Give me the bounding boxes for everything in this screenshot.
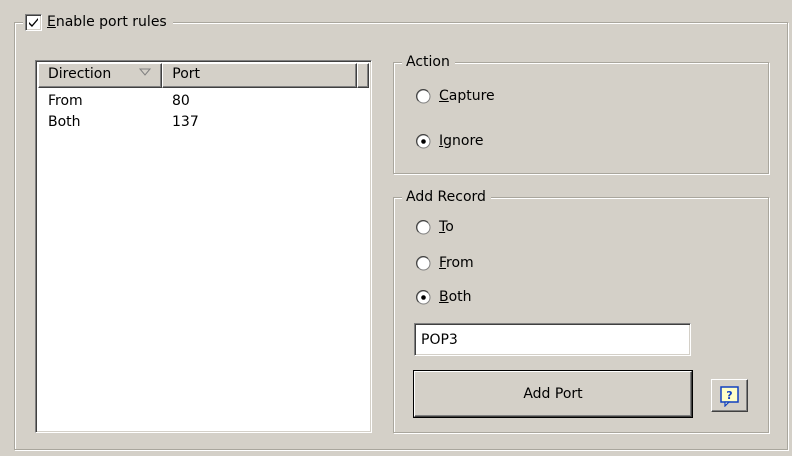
column-header-filler [357,63,369,88]
from-label: From [439,255,474,271]
to-label: To [439,219,454,235]
to-radio[interactable]: To [416,219,454,235]
help-icon: ? [719,385,739,407]
radio-selected-icon[interactable] [416,289,431,305]
port-cell: 137 [172,114,199,130]
column-header-port[interactable]: Port [162,63,358,88]
column-header-direction[interactable]: Direction [38,63,163,88]
radio-unselected-icon[interactable] [416,88,431,104]
radio-unselected-icon[interactable] [416,255,431,271]
port-cell: 80 [172,93,190,109]
radio-unselected-icon[interactable] [416,219,431,235]
enable-port-rules-checkbox[interactable]: Enable port rules [23,12,173,32]
list-header: Direction Port [38,63,369,88]
action-group-title: Action [402,52,455,72]
ignore-radio[interactable]: Ignore [416,133,484,149]
svg-text:?: ? [726,389,732,402]
both-label: Both [439,289,472,305]
list-item[interactable]: From 80 [48,91,272,112]
capture-label: Capture [439,88,495,104]
direction-cell: Both [48,114,81,130]
list-item[interactable]: Both 137 [48,112,272,133]
from-radio[interactable]: From [416,255,474,271]
checkmark-icon [29,17,38,27]
enable-port-rules-label: Enable port rules [47,14,167,30]
radio-selected-icon[interactable] [416,133,431,149]
add-port-button-label: Add Port [523,386,583,402]
add-port-button[interactable]: Add Port [413,370,693,418]
record-name-input[interactable] [414,323,691,356]
help-button[interactable]: ? [711,379,748,412]
ignore-label: Ignore [439,133,484,149]
add-record-group-title: Add Record [402,187,491,207]
capture-radio[interactable]: Capture [416,88,495,104]
sort-descending-icon [139,68,151,76]
both-radio[interactable]: Both [416,289,472,305]
action-group: Action [393,52,769,174]
direction-cell: From [48,93,83,109]
checkbox-box[interactable] [25,13,42,31]
port-list[interactable]: Direction Port From 80 Both 137 [35,60,372,433]
list-rows: From 80 Both 137 [48,91,272,133]
